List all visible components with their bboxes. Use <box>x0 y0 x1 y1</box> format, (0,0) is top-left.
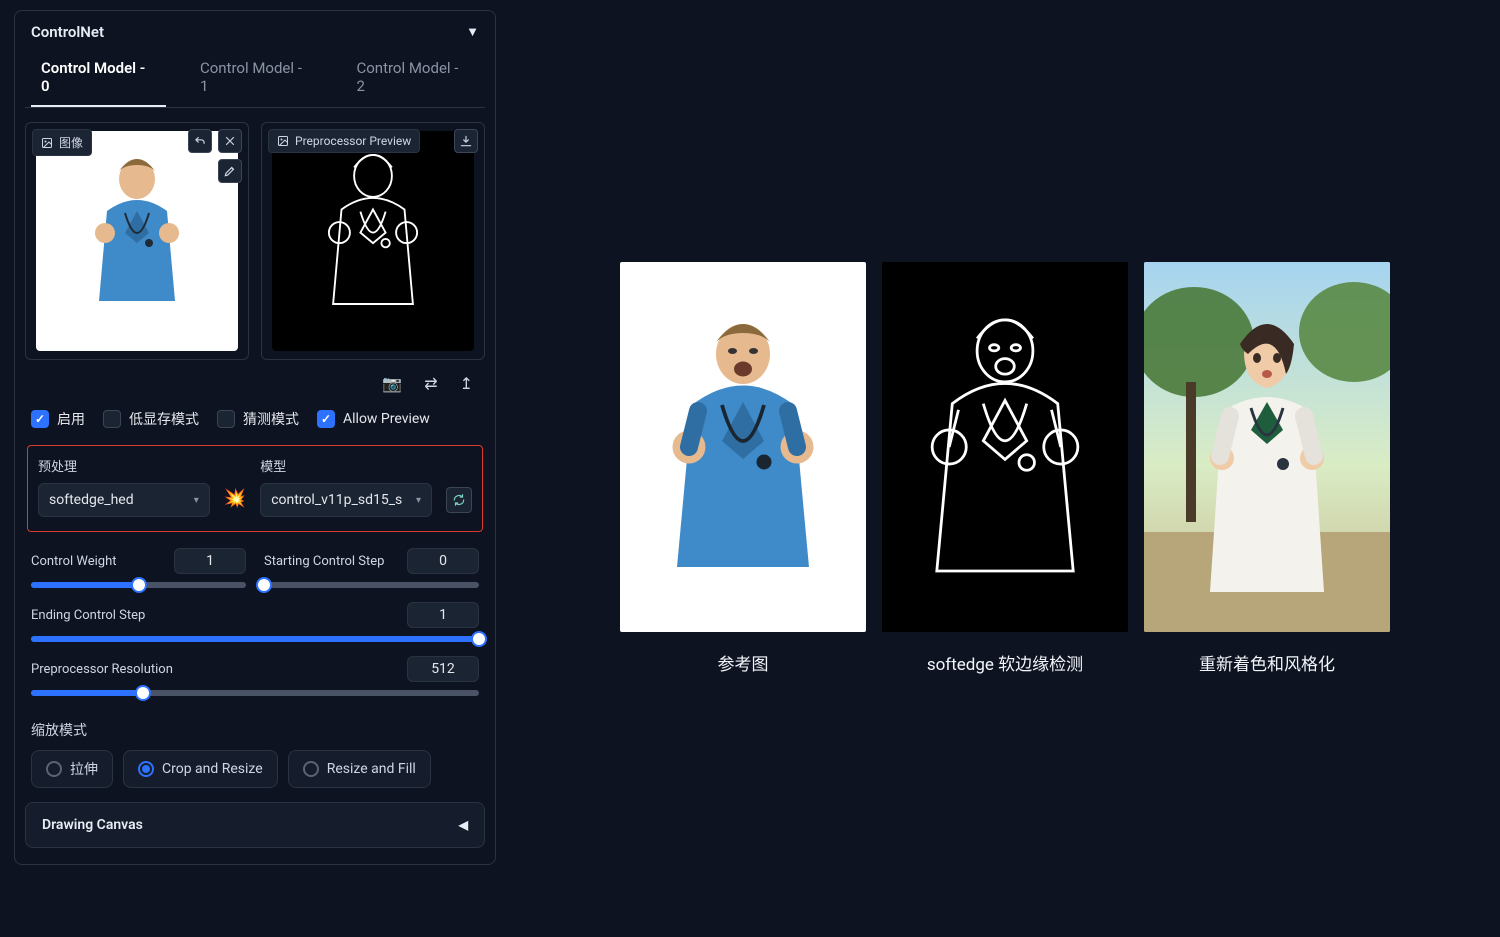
resize-mode-label: 缩放模式 <box>31 720 479 740</box>
preprocessor-field: 预处理 softedge_hed ▾ <box>38 456 210 517</box>
edge-figure-large <box>910 292 1100 602</box>
close-button[interactable] <box>218 129 242 153</box>
gallery-caption-edge: softedge 软边缘检测 <box>927 650 1083 675</box>
tab-model-2[interactable]: Control Model - 2 <box>346 51 479 107</box>
guess-label: 猜测模式 <box>243 409 299 429</box>
image-icon <box>41 137 53 149</box>
webcam-button[interactable]: 📷 <box>382 374 402 393</box>
options-row: 启用 低显存模式 猜测模式 Allow Preview <box>25 393 485 439</box>
expand-left-icon: ◀ <box>459 818 468 832</box>
enable-checkbox[interactable]: 启用 <box>31 409 85 429</box>
resize-mode-group: 缩放模式 拉伸 Crop and Resize Resize and Fill <box>25 710 485 788</box>
model-field: 模型 control_v11p_sd15_s ▾ <box>260 456 432 517</box>
resize-option-fill-label: Resize and Fill <box>327 761 416 777</box>
controlnet-panel: ControlNet ▼ Control Model - 0 Control M… <box>0 0 510 937</box>
tab-model-0[interactable]: Control Model - 0 <box>31 51 166 107</box>
gallery-col-reference: 参考图 <box>620 262 866 675</box>
output-gallery: 参考图 softedge 软边缘检测 <box>510 0 1500 937</box>
model-select[interactable]: control_v11p_sd15_s ▾ <box>260 483 432 517</box>
preprocessor-select[interactable]: softedge_hed ▾ <box>38 483 210 517</box>
source-image-label-text: 图像 <box>59 134 83 151</box>
source-image-label: 图像 <box>32 129 92 156</box>
lowvram-checkbox[interactable]: 低显存模式 <box>103 409 199 429</box>
anime-figure <box>1144 262 1390 632</box>
preprocessor-model-box: 预处理 softedge_hed ▾ 💥 模型 control_v11p_sd1… <box>27 445 483 532</box>
gallery-col-edge: softedge 软边缘检测 <box>882 262 1128 675</box>
enable-label: 启用 <box>57 409 85 429</box>
gallery-image-stylized <box>1144 262 1390 632</box>
control-weight-value[interactable]: 1 <box>174 548 246 574</box>
ending-step-label: Ending Control Step <box>31 608 145 623</box>
ending-step-slider[interactable]: Ending Control Step 1 <box>31 602 479 642</box>
control-weight-slider[interactable]: Control Weight 1 <box>31 548 246 588</box>
chevron-down-icon: ▾ <box>194 495 199 506</box>
collapse-icon[interactable]: ▼ <box>466 24 479 40</box>
gallery-col-stylized: 重新着色和风格化 <box>1144 262 1390 675</box>
source-image-box[interactable]: 图像 <box>25 122 249 360</box>
allow-preview-checkbox[interactable]: Allow Preview <box>317 410 430 428</box>
starting-step-label: Starting Control Step <box>264 554 384 569</box>
resize-option-crop-label: Crop and Resize <box>162 761 263 777</box>
download-button[interactable] <box>454 129 478 153</box>
preview-image-box[interactable]: Preprocessor Preview <box>261 122 485 360</box>
gallery-caption-reference: 参考图 <box>718 650 769 675</box>
ending-step-value[interactable]: 1 <box>407 602 479 628</box>
card-title: ControlNet <box>31 23 104 41</box>
nurse-figure-large <box>653 297 833 597</box>
resize-option-fill[interactable]: Resize and Fill <box>288 750 431 788</box>
control-weight-label: Control Weight <box>31 554 117 569</box>
resize-option-stretch[interactable]: 拉伸 <box>31 750 113 788</box>
preprocessor-label: 预处理 <box>38 456 210 475</box>
preproc-resolution-label: Preprocessor Resolution <box>31 662 173 677</box>
gallery-caption-stylized: 重新着色和风格化 <box>1199 650 1335 675</box>
edge-figure <box>308 136 438 346</box>
preprocessor-value: softedge_hed <box>49 492 134 508</box>
chevron-down-icon: ▾ <box>416 495 421 506</box>
sliders-group: Control Weight 1 Starting Control Step 0 E… <box>25 538 485 696</box>
model-label: 模型 <box>260 456 432 475</box>
preview-image <box>272 131 474 351</box>
starting-step-value[interactable]: 0 <box>407 548 479 574</box>
starting-step-slider[interactable]: Starting Control Step 0 <box>264 548 479 588</box>
nurse-figure <box>77 141 197 341</box>
preview-image-label-text: Preprocessor Preview <box>295 134 411 148</box>
card-header[interactable]: ControlNet ▼ <box>25 19 485 51</box>
edit-button[interactable] <box>218 159 242 183</box>
swap-button[interactable]: ⇄ <box>424 374 437 393</box>
refresh-models-button[interactable] <box>446 487 472 513</box>
source-image-buttons <box>188 129 242 183</box>
controlnet-card: ControlNet ▼ Control Model - 0 Control M… <box>14 10 496 865</box>
resize-option-stretch-label: 拉伸 <box>70 759 98 779</box>
model-value: control_v11p_sd15_s <box>271 492 402 508</box>
allow-preview-label: Allow Preview <box>343 411 430 427</box>
send-up-button[interactable]: ↥ <box>460 374 473 393</box>
drawing-canvas-toggle[interactable]: Drawing Canvas ◀ <box>25 802 485 848</box>
image-icon <box>277 135 289 147</box>
preview-image-label: Preprocessor Preview <box>268 129 420 153</box>
preproc-resolution-value[interactable]: 512 <box>407 656 479 682</box>
undo-button[interactable] <box>188 129 212 153</box>
gallery-image-reference <box>620 262 866 632</box>
preproc-resolution-slider[interactable]: Preprocessor Resolution 512 <box>31 656 479 696</box>
tab-model-1[interactable]: Control Model - 1 <box>190 51 323 107</box>
resize-option-crop[interactable]: Crop and Resize <box>123 750 278 788</box>
run-preprocessor-button[interactable]: 💥 <box>224 488 246 517</box>
preview-buttons <box>454 129 478 153</box>
gallery-image-edge <box>882 262 1128 632</box>
model-tabs: Control Model - 0 Control Model - 1 Cont… <box>25 51 485 108</box>
drawing-canvas-label: Drawing Canvas <box>42 817 143 833</box>
image-row: 图像 <box>25 122 485 360</box>
image-toolbar: 📷 ⇄ ↥ <box>25 360 485 393</box>
lowvram-label: 低显存模式 <box>129 409 199 429</box>
guess-checkbox[interactable]: 猜测模式 <box>217 409 299 429</box>
